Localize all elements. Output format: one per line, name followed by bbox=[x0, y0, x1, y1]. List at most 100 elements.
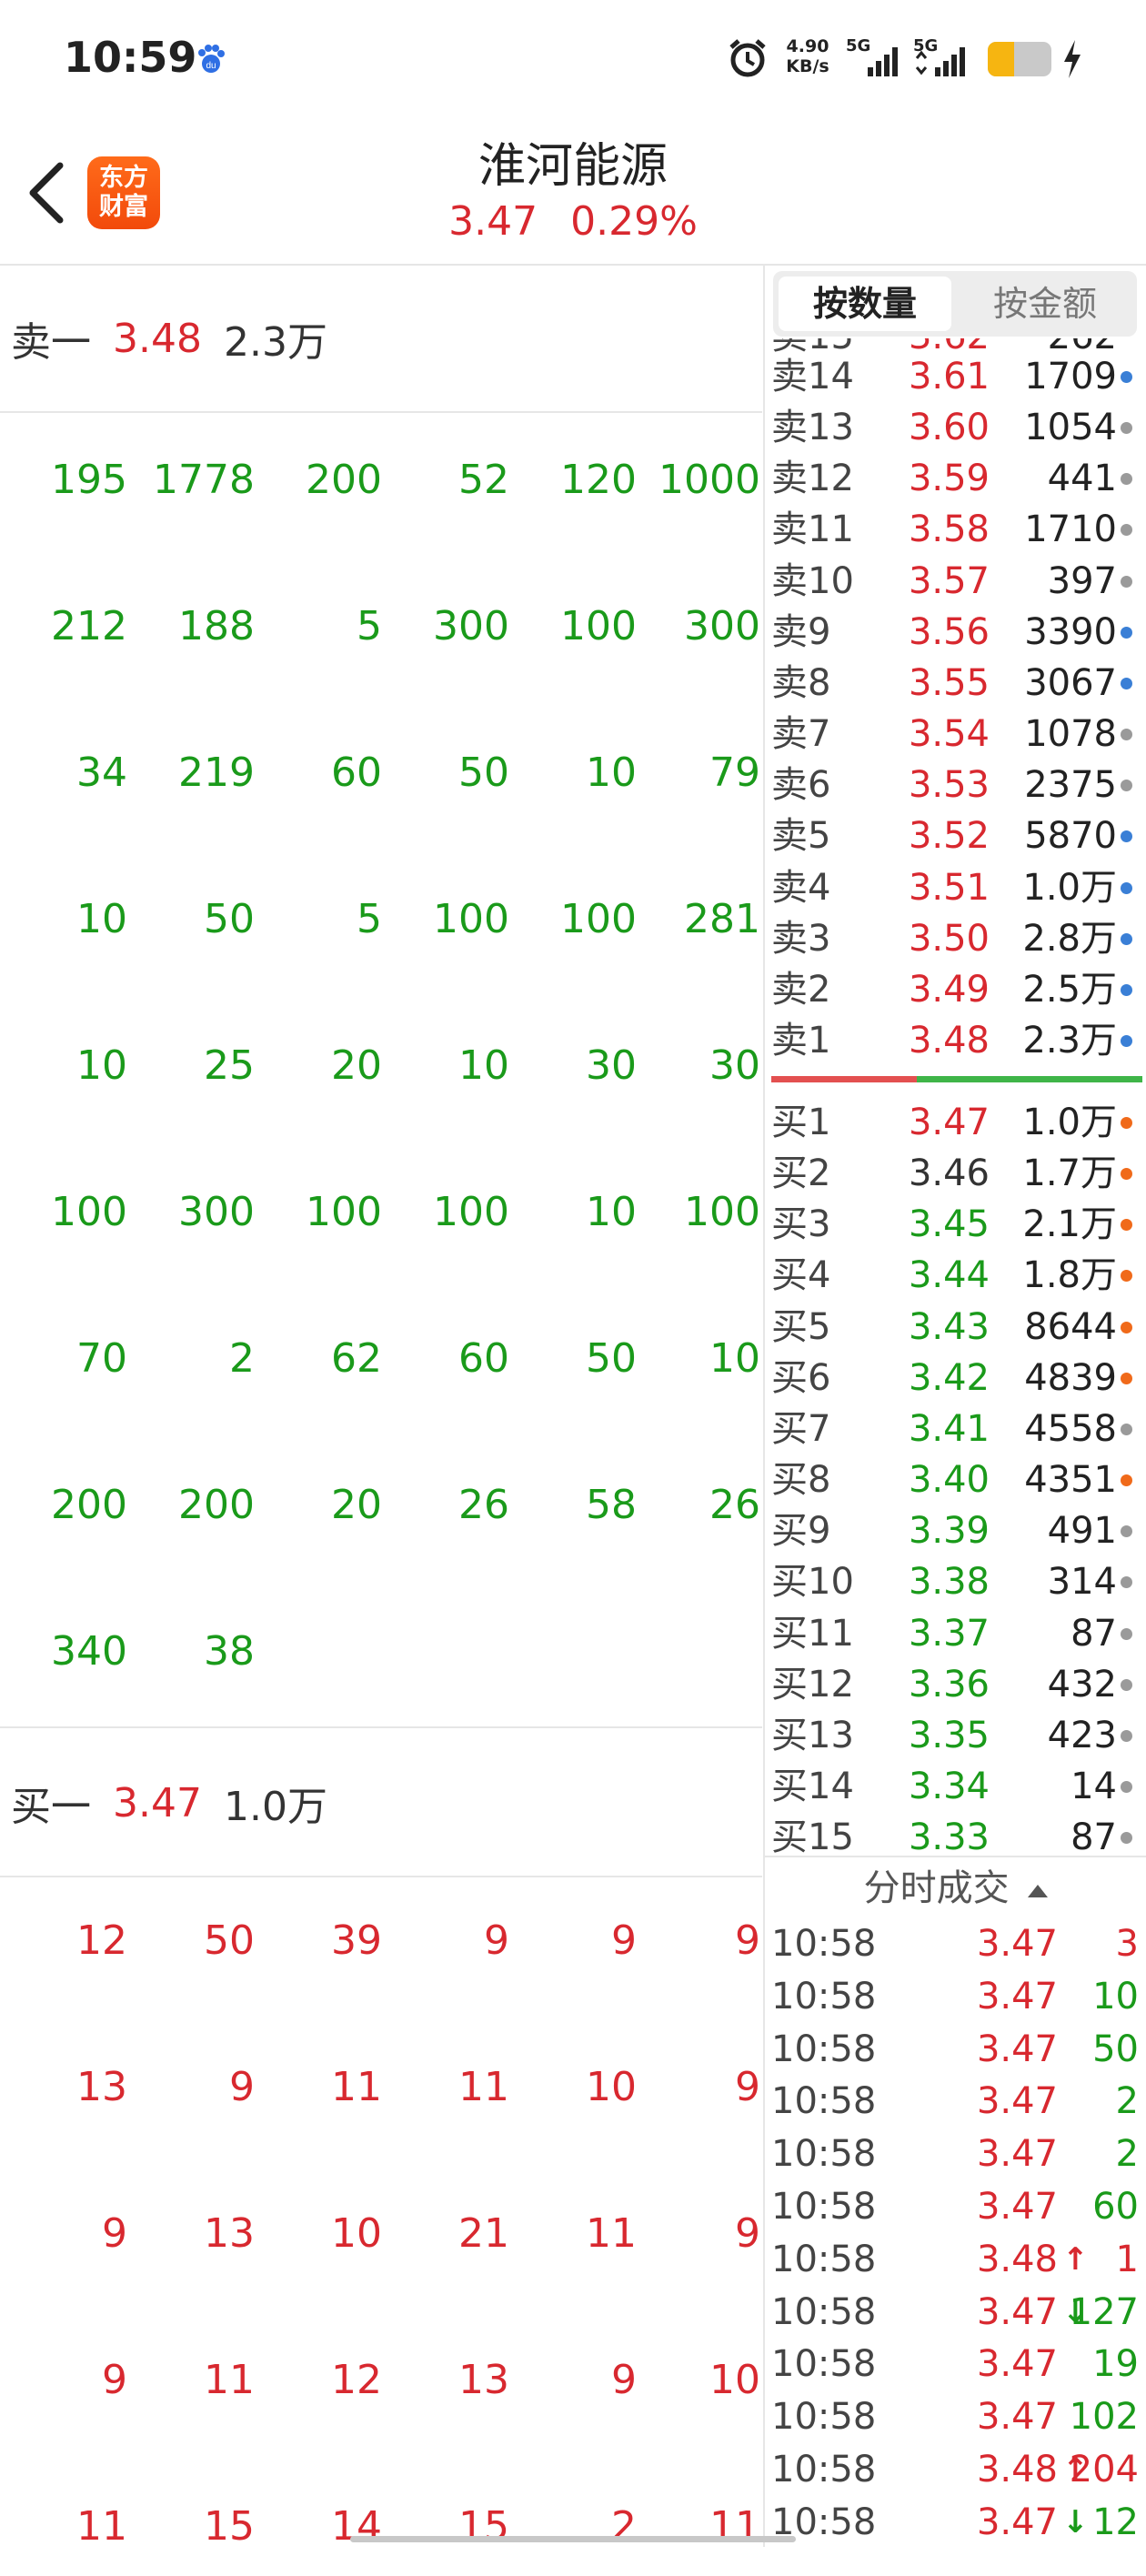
svg-text:du: du bbox=[206, 61, 216, 71]
level-price: 3.34 bbox=[908, 1765, 990, 1807]
app-logo[interactable]: 东方 财富 bbox=[87, 156, 160, 229]
trade-volume: 102 bbox=[1069, 2396, 1139, 2439]
back-arrow-icon[interactable] bbox=[24, 160, 69, 226]
level-volume: 2.5万 bbox=[1022, 968, 1117, 1011]
ask-side-bar bbox=[771, 1076, 917, 1082]
order-book-row: 买4 3.44 1.8万 bbox=[771, 1250, 1142, 1301]
trade-time: 10:58 bbox=[771, 2343, 877, 2386]
trades-header[interactable]: 分时成交 bbox=[771, 1861, 1142, 1916]
signal-strength-icon: 5G bbox=[846, 36, 898, 76]
queue-cell: 5 bbox=[357, 603, 382, 649]
battery-level bbox=[988, 42, 1015, 76]
level-price: 3.54 bbox=[908, 713, 990, 756]
queue-cell: 50 bbox=[586, 1335, 637, 1382]
queue-cell: 2 bbox=[611, 2503, 637, 2550]
level-price: 3.49 bbox=[908, 968, 990, 1011]
queue-cell: 340 bbox=[51, 1628, 127, 1675]
level-label: 卖3 bbox=[771, 917, 831, 960]
order-book-row: 卖14 3.61 1709 bbox=[771, 351, 1142, 402]
level-dot bbox=[1121, 1034, 1132, 1047]
level-label: 买4 bbox=[771, 1254, 831, 1297]
queue-cell: 9 bbox=[611, 1917, 637, 1964]
queue-cell: 15 bbox=[458, 2503, 509, 2550]
trade-volume: 50 bbox=[1092, 2028, 1139, 2070]
trade-row: 10:58 3.48 ↑ 1 bbox=[771, 2233, 1142, 2286]
queue-cell: 11 bbox=[76, 2503, 127, 2550]
queue-row: 9 13 10 21 11 9 bbox=[0, 2210, 762, 2283]
bid-one-price: 3.47 bbox=[113, 1779, 202, 1826]
queue-row: 9 11 12 13 9 10 bbox=[0, 2357, 762, 2430]
queue-cell: 62 bbox=[331, 1335, 382, 1382]
level-volume: 262 bbox=[980, 338, 1117, 362]
queue-cell: 70 bbox=[76, 1335, 127, 1382]
status-bar: 10:59 du 4.90 KB/s 5G 5G bbox=[0, 0, 1146, 123]
trade-row: 10:58 3.47 19 bbox=[771, 2338, 1142, 2390]
queue-cell: 100 bbox=[433, 1189, 509, 1235]
queue-cell: 21 bbox=[458, 2210, 509, 2257]
trade-row: 10:58 3.48 ↑ 204 bbox=[771, 2443, 1142, 2496]
level-volume: 3390 bbox=[1024, 610, 1117, 653]
level-dot bbox=[1121, 1423, 1132, 1435]
level-dot bbox=[1121, 575, 1132, 588]
trade-volume: 12 bbox=[1092, 2501, 1139, 2543]
level-dot bbox=[1121, 1729, 1132, 1742]
queue-cell: 200 bbox=[178, 1482, 255, 1528]
queue-cell: 52 bbox=[458, 457, 509, 503]
queue-cell: 9 bbox=[611, 2357, 637, 2403]
level-dot bbox=[1121, 1372, 1132, 1384]
queue-cell: 120 bbox=[560, 457, 637, 503]
level-volume: 2.3万 bbox=[1022, 1019, 1117, 1062]
queue-cell: 300 bbox=[684, 603, 760, 649]
queue-row: 10 25 20 10 30 30 bbox=[0, 1042, 762, 1115]
level-dot bbox=[1121, 1219, 1132, 1232]
bid-one-volume: 1.0万 bbox=[223, 1784, 327, 1830]
level-label: 买8 bbox=[771, 1459, 831, 1502]
trade-volume: 1 bbox=[1115, 2238, 1139, 2280]
divider bbox=[0, 1876, 762, 1877]
order-book-row: 买5 3.43 8644 bbox=[771, 1302, 1142, 1353]
header-divider bbox=[0, 264, 1146, 266]
queue-cell: 26 bbox=[458, 1482, 509, 1528]
level-label: 卖10 bbox=[771, 559, 854, 602]
level-volume: 4558 bbox=[1024, 1407, 1117, 1450]
level-price: 3.58 bbox=[908, 508, 990, 551]
column-divider bbox=[763, 264, 765, 2547]
level-label: 买2 bbox=[771, 1152, 831, 1195]
queue-cell: 39 bbox=[331, 1917, 382, 1964]
stock-name: 淮河能源 bbox=[478, 139, 668, 194]
queue-cell: 281 bbox=[684, 896, 760, 942]
level-label: 买7 bbox=[771, 1407, 831, 1450]
tab-by-amount[interactable]: 按金额 bbox=[959, 277, 1131, 331]
trade-row: 10:58 3.47 10 bbox=[771, 1970, 1142, 2023]
order-book-row: 买3 3.45 2.1万 bbox=[771, 1199, 1142, 1250]
level-label: 卖9 bbox=[771, 610, 831, 653]
order-book-row: 买7 3.41 4558 bbox=[771, 1404, 1142, 1454]
level-volume: 441 bbox=[1047, 458, 1117, 500]
change-percent: 0.29% bbox=[570, 198, 698, 245]
queue-cell: 10 bbox=[76, 896, 127, 942]
trade-volume: 127 bbox=[1069, 2290, 1139, 2333]
queue-cell: 5 bbox=[357, 896, 382, 942]
level-dot bbox=[1121, 1168, 1132, 1181]
charging-bolt-icon bbox=[1064, 40, 1081, 78]
queue-cell: 200 bbox=[51, 1482, 127, 1528]
level-volume: 14 bbox=[1071, 1765, 1117, 1807]
queue-cell: 100 bbox=[684, 1189, 760, 1235]
alarm-clock-icon bbox=[729, 39, 766, 77]
order-book-row: 买6 3.42 4839 bbox=[771, 1353, 1142, 1404]
queue-cell: 195 bbox=[51, 457, 127, 503]
queue-cell: 10 bbox=[586, 2064, 637, 2110]
queue-cell: 50 bbox=[204, 896, 255, 942]
tab-by-quantity[interactable]: 按数量 bbox=[779, 277, 951, 331]
level-volume: 1709 bbox=[1024, 356, 1117, 397]
queue-cell: 9 bbox=[484, 1917, 509, 1964]
level-dot bbox=[1121, 1780, 1132, 1793]
trade-time: 10:58 bbox=[771, 1923, 877, 1965]
divider bbox=[0, 411, 762, 413]
level-price: 3.61 bbox=[908, 356, 990, 397]
order-book-row: 买9 3.39 491 bbox=[771, 1505, 1142, 1556]
level-label: 买13 bbox=[771, 1714, 854, 1756]
level-dot bbox=[1121, 881, 1132, 894]
level-price: 3.46 bbox=[908, 1152, 990, 1195]
level-volume: 314 bbox=[1047, 1561, 1117, 1604]
